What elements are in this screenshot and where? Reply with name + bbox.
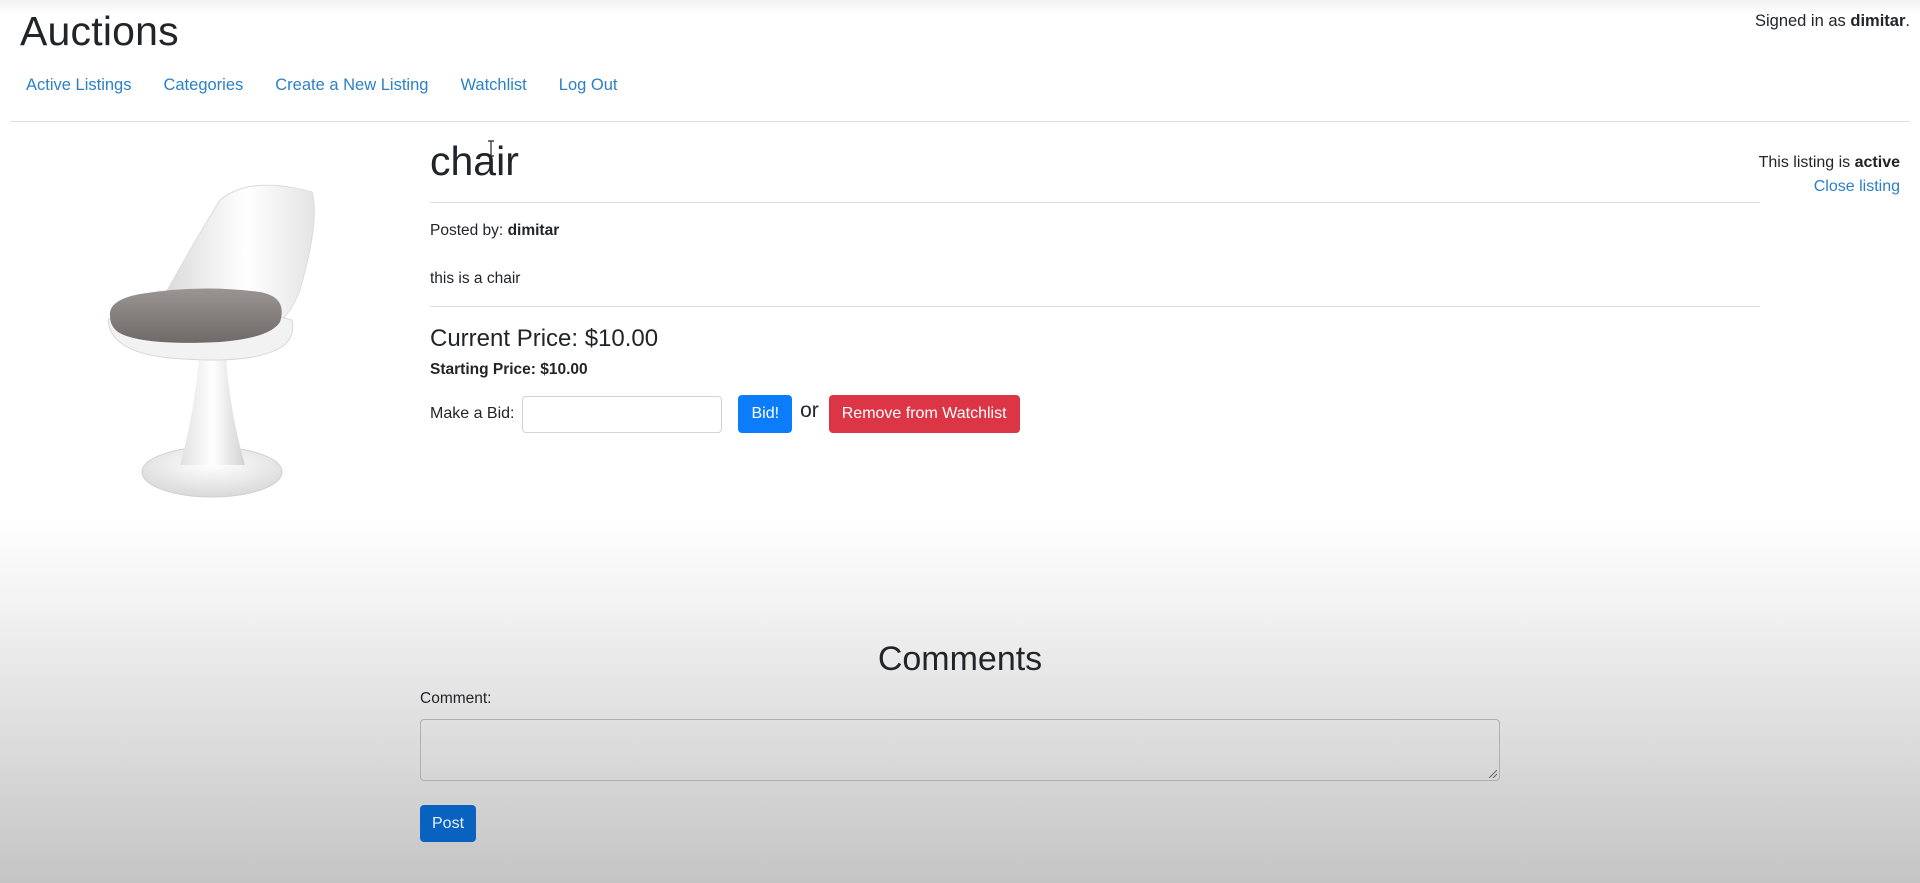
status-line: This listing is active (1759, 151, 1900, 175)
header-divider (10, 121, 1910, 122)
listing-image (107, 184, 315, 498)
status-value: active (1854, 154, 1900, 171)
comment-label: Comment: (420, 690, 492, 707)
title-divider (430, 202, 1760, 203)
site-title: Auctions (20, 8, 179, 54)
or-separator: or (800, 399, 819, 422)
post-comment-button[interactable]: Post (420, 805, 477, 842)
listing-description: this is a chair (430, 270, 521, 287)
bid-input[interactable] (522, 395, 723, 433)
nav-log-out[interactable]: Log Out (559, 76, 618, 95)
nav-active-listings[interactable]: Active Listings (26, 76, 131, 95)
signed-in-prefix: Signed in as (1754, 12, 1846, 30)
bid-button[interactable]: Bid! (738, 395, 793, 433)
top-edge-fade (0, 0, 1920, 14)
current-price: Current Price: $10.00 (430, 325, 659, 352)
listing-title: chair (430, 138, 519, 184)
close-listing-link[interactable]: Close listing (1759, 175, 1900, 199)
nav-create-listing[interactable]: Create a New Listing (275, 76, 428, 95)
signed-in-status: Signed in as dimitar. (1755, 12, 1910, 31)
bid-form: Make a Bid: Bid! or Remove from Watchlis… (430, 394, 1020, 434)
signed-in-username: dimitar (1850, 12, 1906, 30)
signed-in-suffix: . (1905, 12, 1910, 30)
main-nav: Active Listings Categories Create a New … (26, 76, 617, 95)
description-divider (430, 306, 1760, 307)
starting-price: Starting Price: $10.00 (430, 361, 588, 378)
resize-handle-icon[interactable] (1489, 770, 1497, 778)
posted-by-user: dimitar (507, 222, 560, 239)
remove-from-watchlist-button[interactable]: Remove from Watchlist (828, 395, 1020, 433)
text-cursor-icon (488, 140, 494, 157)
nav-watchlist[interactable]: Watchlist (460, 76, 526, 95)
nav-categories[interactable]: Categories (163, 76, 243, 95)
comment-textarea[interactable] (420, 719, 1500, 781)
posted-by-label: Posted by: (430, 222, 504, 239)
posted-by: Posted by: dimitar (430, 222, 559, 240)
status-prefix: This listing is (1758, 154, 1851, 171)
listing-status: This listing is active Close listing (1759, 151, 1900, 199)
comments-heading: Comments (877, 640, 1043, 678)
bid-label: Make a Bid: (430, 405, 515, 422)
